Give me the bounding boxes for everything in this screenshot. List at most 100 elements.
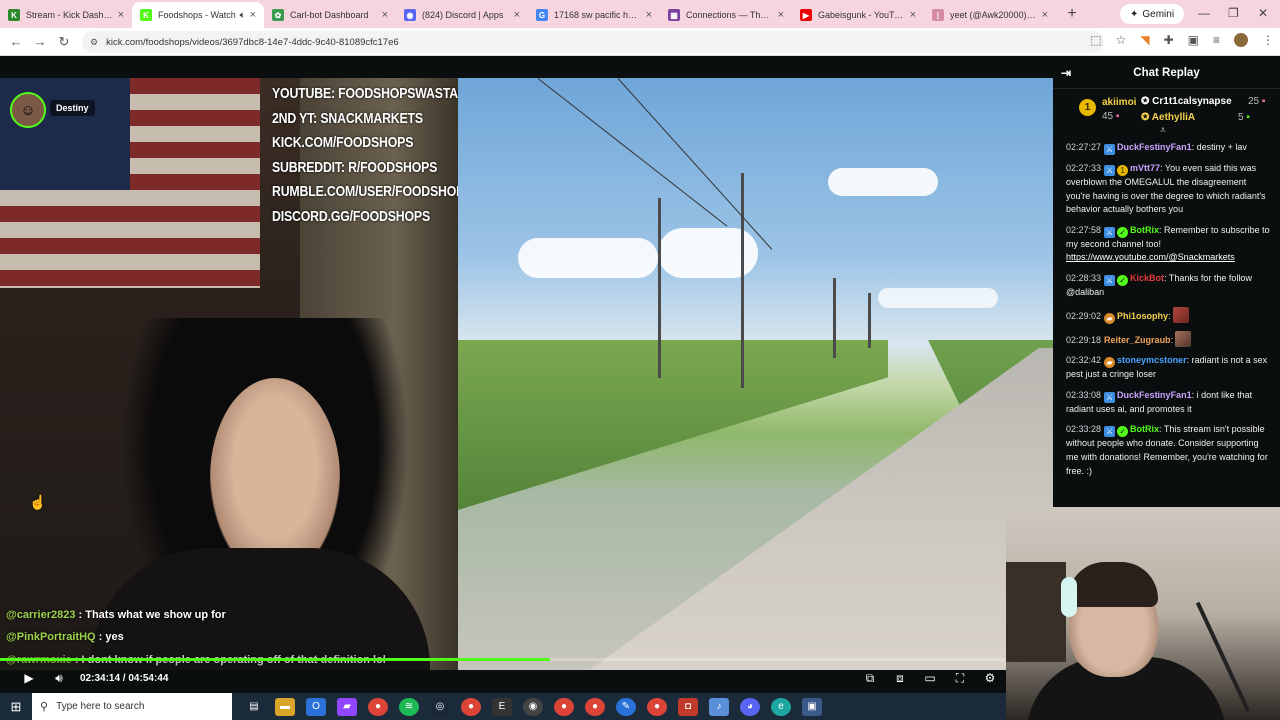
chat-username[interactable]: KickBot (1130, 273, 1164, 283)
chrome-icon[interactable]: ● (368, 697, 388, 716)
theater-mode-icon[interactable]: ▭ (915, 671, 945, 685)
chat-username[interactable]: Reiter_Zugraub (1104, 335, 1171, 345)
restore-icon[interactable]: ❐ (1228, 6, 1239, 20)
shelf (1006, 562, 1066, 662)
install-icon[interactable]: ⬚ (1090, 33, 1101, 47)
taskbar-search[interactable]: ⚲ Type here to search (32, 693, 232, 720)
edge-icon[interactable]: e (771, 697, 791, 716)
chat-username[interactable]: DuckFestinyFan1 (1117, 142, 1192, 152)
chat-message-list: 02:27:27 ⚔ DuckFestinyFan1: destiny + lav 0… (1053, 135, 1280, 478)
play-icon[interactable]: ▶ (14, 671, 44, 685)
browser-tab[interactable]: ✿ Carl-bot Dashboard × (264, 2, 396, 28)
forward-icon[interactable]: → (28, 34, 52, 49)
bookmark-star-icon[interactable]: ☆ (1116, 33, 1127, 47)
gemini-button[interactable]: ✦ Gemini (1120, 4, 1185, 24)
tab-close-icon[interactable]: × (910, 9, 916, 21)
app-icon[interactable]: ✎ (616, 697, 636, 716)
chat-link[interactable]: https://www.youtube.com/@Snackmarkets (1066, 252, 1235, 262)
rss-extension-icon[interactable]: ◥ (1140, 33, 1149, 47)
file-explorer-icon[interactable]: ▬ (275, 697, 295, 716)
tab-audio-icon[interactable]: 🔈︎ (240, 10, 246, 21)
video-player[interactable]: YOUTUBE: FOODSHOPSWASTAKEN 2ND YT: SNACK… (0, 78, 1053, 670)
tab-close-icon[interactable]: × (250, 9, 256, 21)
pip-icon[interactable]: ⧈ (885, 671, 915, 686)
chrome-alt-icon[interactable]: ● (554, 697, 574, 716)
new-tab-button[interactable]: + (1060, 2, 1084, 26)
chrome-profile-icon[interactable]: ● (461, 697, 481, 716)
tab-label: yeet (@Awk20000): "Ne (950, 10, 1038, 20)
tab-close-icon[interactable]: × (118, 9, 124, 21)
window-app-icon[interactable]: ▣ (802, 697, 822, 716)
tab-close-icon[interactable]: × (1042, 9, 1048, 21)
chat-username[interactable]: Phi1osophy (1117, 311, 1168, 321)
tab-favicon-icon: K (140, 9, 152, 21)
overlay-line: DISCORD.GG/FOODSHOPS (272, 207, 431, 225)
twitch-icon[interactable]: ▰ (337, 697, 357, 716)
obs-icon[interactable]: ◉ (523, 697, 543, 716)
chat-message: 02:29:18 Reiter_Zugraub: (1066, 330, 1272, 348)
back-icon[interactable]: ← (4, 34, 28, 49)
chat-message: 02:27:33 ⚔ 1 mVtt77: You even said this was… (1066, 162, 1272, 217)
leader-name[interactable]: ✪ Cr1t1calsynapse (1141, 96, 1232, 107)
video-progress-bar[interactable] (0, 658, 1005, 661)
clip-icon[interactable]: ⧉ (855, 671, 885, 686)
profile-avatar[interactable] (1234, 33, 1248, 47)
tab-close-icon[interactable]: × (646, 9, 652, 21)
leader-name[interactable]: akiimoi (1102, 97, 1136, 108)
browser-tab[interactable]: K Stream - Kick Dashboard × (0, 2, 132, 28)
reload-icon[interactable]: ↻ (52, 34, 76, 50)
chat-username[interactable]: mVtt77 (1130, 163, 1160, 173)
cam-name-label: Destiny (50, 100, 95, 116)
mouse-cursor-icon: ☝ (29, 494, 47, 510)
spotify-icon[interactable]: ≋ (399, 697, 419, 716)
extensions-icon[interactable]: ✚ (1164, 33, 1174, 47)
chat-username[interactable]: BotRix (1130, 424, 1159, 434)
leader-count: 25 ▪ (1248, 96, 1266, 107)
media-controls-icon[interactable]: ≡ (1213, 33, 1220, 47)
tab-close-icon[interactable]: × (778, 9, 784, 21)
settings-icon[interactable]: ⚙ (975, 671, 1005, 685)
browser-tab[interactable]: ▶ Gabeisgunk - YouTube × (792, 2, 924, 28)
time-display: 02:34:14 / 04:54:44 (80, 673, 168, 684)
browser-tab[interactable]: ▦ Connections — The Ne × (660, 2, 792, 28)
chat-username[interactable]: BotRix (1130, 225, 1159, 235)
browser-tab[interactable]: ◉ (824) Discord | Apps × (396, 2, 528, 28)
chrome-alt3-icon[interactable]: ● (647, 697, 667, 716)
collapse-chat-icon[interactable]: ⇥ (1061, 66, 1071, 80)
browser-tab[interactable]: K Foodshops - Watch 🔈︎ × (132, 2, 264, 28)
site-info-icon[interactable]: ⚙ (90, 37, 98, 48)
browser-tab[interactable]: | yeet (@Awk20000): "Ne × (924, 2, 1056, 28)
discord-icon[interactable]: ◕ (740, 697, 760, 716)
volume-icon[interactable]: 🔊︎ (44, 671, 74, 686)
cloud (878, 288, 998, 308)
tab-close-icon[interactable]: × (514, 9, 520, 21)
tab-close-icon[interactable]: × (382, 9, 388, 21)
tab-favicon-icon: ✿ (272, 9, 284, 21)
steam-icon[interactable]: ◎ (430, 697, 450, 716)
chat-emote (1172, 306, 1189, 323)
chat-text: : (1168, 310, 1171, 321)
close-window-icon[interactable]: ✕ (1258, 6, 1268, 20)
epic-games-icon[interactable]: E (492, 697, 512, 716)
chrome-alt2-icon[interactable]: ● (585, 697, 605, 716)
sidepanel-icon[interactable]: ▣ (1188, 33, 1199, 47)
outlook-icon[interactable]: O (306, 697, 326, 716)
minimize-icon[interactable]: — (1198, 6, 1210, 20)
fullscreen-icon[interactable]: ⛶ (945, 671, 975, 686)
microphone-icon[interactable]: ♪ (709, 697, 729, 716)
expand-leaderboard-icon[interactable]: ⩡ (1160, 125, 1166, 136)
recorder-icon[interactable]: ◘ (678, 697, 698, 716)
onstream-chat-text: : Thats what we show up for (75, 609, 226, 621)
chat-username[interactable]: stoneymcstoner (1117, 355, 1187, 365)
grass-left (458, 340, 888, 510)
browser-tab[interactable]: G 17168 sw pacific hwy - × (528, 2, 660, 28)
leader-name[interactable]: ✪ AethylliA (1141, 112, 1195, 123)
browser-menu-icon[interactable]: ⋮ (1262, 33, 1274, 47)
windows-start-icon[interactable]: ⊞ (0, 699, 32, 715)
chat-timestamp: 02:28:33 (1066, 272, 1102, 283)
task-view-icon[interactable]: ▤ (244, 698, 264, 716)
utility-pole (741, 173, 744, 388)
chat-username[interactable]: DuckFestinyFan1 (1117, 390, 1192, 400)
address-bar[interactable]: ⚙ kick.com/foodshops/videos/3697dbc8-14e… (82, 31, 1104, 53)
tab-favicon-icon: G (536, 9, 548, 21)
